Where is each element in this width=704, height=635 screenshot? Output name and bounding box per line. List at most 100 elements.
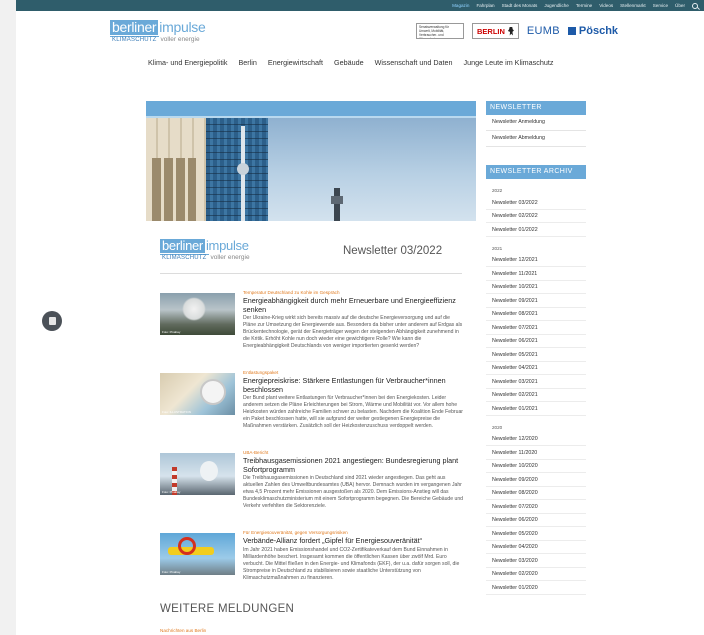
article-headline[interactable]: Verbände-Allianz fordert „Gipfel für Ene… [243,536,463,546]
archive-year-label: 2021 [492,245,503,251]
newsletter-logo: berliner impulse KLIMASCHUTZ voller energi… [160,239,250,261]
page: Magazin Fahrplan Stadt des Monats Jugend… [16,0,704,635]
newsletter-subscribe-link[interactable]: Newsletter Anmeldung [486,115,586,131]
newsletter-header: berliner impulse KLIMASCHUTZ voller energi… [146,221,476,283]
partner-poeschk[interactable]: Pöschk [567,25,619,37]
main-nav: Klima- und Energiepolitik Berlin Energie… [148,58,553,67]
newsletter-logo-klimaschutz: KLIMASCHUTZ [160,254,209,261]
archive-link[interactable]: Newsletter 10/2020 [486,460,586,473]
archive-link[interactable]: Newsletter 12/2021 [486,254,586,267]
archive-link[interactable]: Newsletter 02/2021 [486,389,586,402]
newsletter-logo-berliner: berliner [160,238,205,253]
archive-link[interactable]: Newsletter 09/2021 [486,294,586,308]
top-link-jugendliche[interactable]: Jugendliche [544,3,569,8]
partner-senate[interactable]: Senatsverwaltung für Umwelt, Mobilität, … [416,23,464,39]
logo-berliner: berliner [110,19,159,35]
divider [160,273,462,274]
top-link-magazin[interactable]: Magazin [452,3,469,8]
archive-link[interactable]: Newsletter 02/2022 [486,210,586,223]
photo-credit: Foto: Pixabay [162,490,181,494]
archive-link[interactable]: Newsletter 01/2020 [486,581,586,595]
article-headline[interactable]: Energieabhängigkeit durch mehr Erneuerba… [243,296,463,314]
archive-link[interactable]: Newsletter 07/2021 [486,321,586,335]
nav-item-klima-energiepolitik[interactable]: Klima- und Energiepolitik [148,58,228,67]
newsletter-title: Newsletter 03/2022 [343,245,443,257]
partner-berlin-label: BERLIN [477,26,505,36]
logo-tagline: voller energie [160,36,200,43]
search-icon[interactable] [692,2,698,9]
partner-eumb[interactable]: EUMB [527,25,560,37]
top-link-videos[interactable]: Videos [599,3,613,8]
article-thumbnail[interactable]: Foto: Pixabay [160,293,235,335]
article-thumbnail[interactable]: Foto: ILLUSTRATION [160,373,235,415]
top-link-fahrplan[interactable]: Fahrplan [476,3,494,8]
nav-item-energiewirtschaft[interactable]: Energiewirtschaft [268,58,323,67]
partner-logos: Senatsverwaltung für Umwelt, Mobilität, … [416,23,618,39]
article-teaser: Im Jahr 2021 haben Emissionshandel und C… [243,546,460,581]
nav-item-wissenschaft-daten[interactable]: Wissenschaft und Daten [375,58,453,67]
site-logo[interactable]: berliner impulse KLIMASCHUTZ voller energi… [110,19,206,44]
archive-link[interactable]: Newsletter 02/2020 [486,568,586,581]
photo-credit: Foto: Pixabay [162,330,181,334]
top-link-ueber[interactable]: Über [675,3,685,8]
sidebar-archive-heading: NEWSLETTER ARCHIV [486,165,586,179]
archive-link[interactable]: Newsletter 11/2021 [486,267,586,281]
article-item[interactable]: Foto: ILLUSTRATION Entlastungspaket Ener… [146,370,476,450]
newsletter-archive-list: 2022 Newsletter 03/2022 Newsletter 02/2022… [486,179,586,595]
newsletter-unsubscribe-link[interactable]: Newsletter Abmeldung [486,131,586,147]
more-news-kicker: Nachrichten aus Berlin [160,628,207,633]
partner-poeschk-label: Pöschk [578,25,619,37]
archive-link[interactable]: Newsletter 05/2020 [486,527,586,541]
top-link-service[interactable]: Service [653,3,668,8]
archive-link[interactable]: Newsletter 03/2020 [486,554,586,568]
archive-link[interactable]: Newsletter 01/2022 [486,223,586,237]
newsletter-column: berliner impulse KLIMASCHUTZ voller energi… [146,101,476,283]
chat-button[interactable] [42,311,62,331]
article-headline[interactable]: Treibhausgasemissionen 2021 angestiegen:… [243,456,463,474]
archive-link[interactable]: Newsletter 07/2020 [486,500,586,514]
archive-link[interactable]: Newsletter 04/2020 [486,541,586,554]
top-utility-bar: Magazin Fahrplan Stadt des Monats Jugend… [16,0,704,11]
archive-link[interactable]: Newsletter 08/2021 [486,308,586,321]
archive-link[interactable]: Newsletter 03/2021 [486,375,586,389]
archive-link[interactable]: Newsletter 04/2021 [486,362,586,375]
article-thumbnail[interactable]: Foto: Pixabay [160,533,235,575]
chat-icon [48,317,56,325]
archive-link[interactable]: Newsletter 09/2020 [486,473,586,487]
nav-item-gebaeude[interactable]: Gebäude [334,58,364,67]
article-item[interactable]: Foto: Pixabay Für Energiesouveränität, g… [146,530,476,610]
photo-credit: Foto: Pixabay [162,570,181,574]
archive-link[interactable]: Newsletter 10/2021 [486,281,586,294]
article-teaser: Der Bund plant weitere Entlastungen für … [243,395,463,429]
article-item[interactable]: Foto: Pixabay UBA-Bericht Treibhausgasem… [146,450,476,530]
archive-link[interactable]: Newsletter 03/2022 [486,196,586,210]
top-link-stellenmarkt[interactable]: Stellenmarkt [620,3,646,8]
archive-link[interactable]: Newsletter 01/2021 [486,402,586,416]
top-link-stadt-des-monats[interactable]: Stadt des Monats [502,3,538,8]
logo-impulse: impulse [159,19,206,35]
logo-klimaschutz: KLIMASCHUTZ [110,36,159,43]
article-headline[interactable]: Energiepreiskrise: Stärkere Entlastungen… [243,376,463,394]
archive-year-label: 2022 [492,188,503,193]
archive-link[interactable]: Newsletter 12/2020 [486,433,586,446]
article-thumbnail[interactable]: Foto: Pixabay [160,453,235,495]
newsletter-logo-impulse: impulse [205,238,249,253]
newsletter-logo-tagline: voller energie [210,254,250,261]
article-item[interactable]: Foto: Pixabay Temperatur Deutschland zu … [146,290,476,370]
archive-link[interactable]: Newsletter 06/2020 [486,514,586,527]
archive-link[interactable]: Newsletter 11/2020 [486,446,586,460]
more-news-heading: WEITERE MELDUNGEN [160,603,295,615]
top-links: Magazin Fahrplan Stadt des Monats Jugend… [452,0,698,11]
hero-image [146,118,476,221]
archive-year-label: 2020 [492,424,503,430]
nav-item-berlin[interactable]: Berlin [239,58,257,67]
archive-link[interactable]: Newsletter 05/2021 [486,348,586,362]
partner-berlin[interactable]: BERLIN [472,23,519,39]
archive-link[interactable]: Newsletter 08/2020 [486,487,586,500]
archive-link[interactable]: Newsletter 06/2021 [486,335,586,348]
top-link-termine[interactable]: Termine [576,3,592,8]
article-teaser: Der Ukraine-Krieg wirkt sich bereits mas… [243,315,463,349]
bear-icon [507,26,514,36]
nav-item-junge-leute[interactable]: Junge Leute im Klimaschutz [464,58,554,67]
article-list: Foto: Pixabay Temperatur Deutschland zu … [146,290,476,610]
